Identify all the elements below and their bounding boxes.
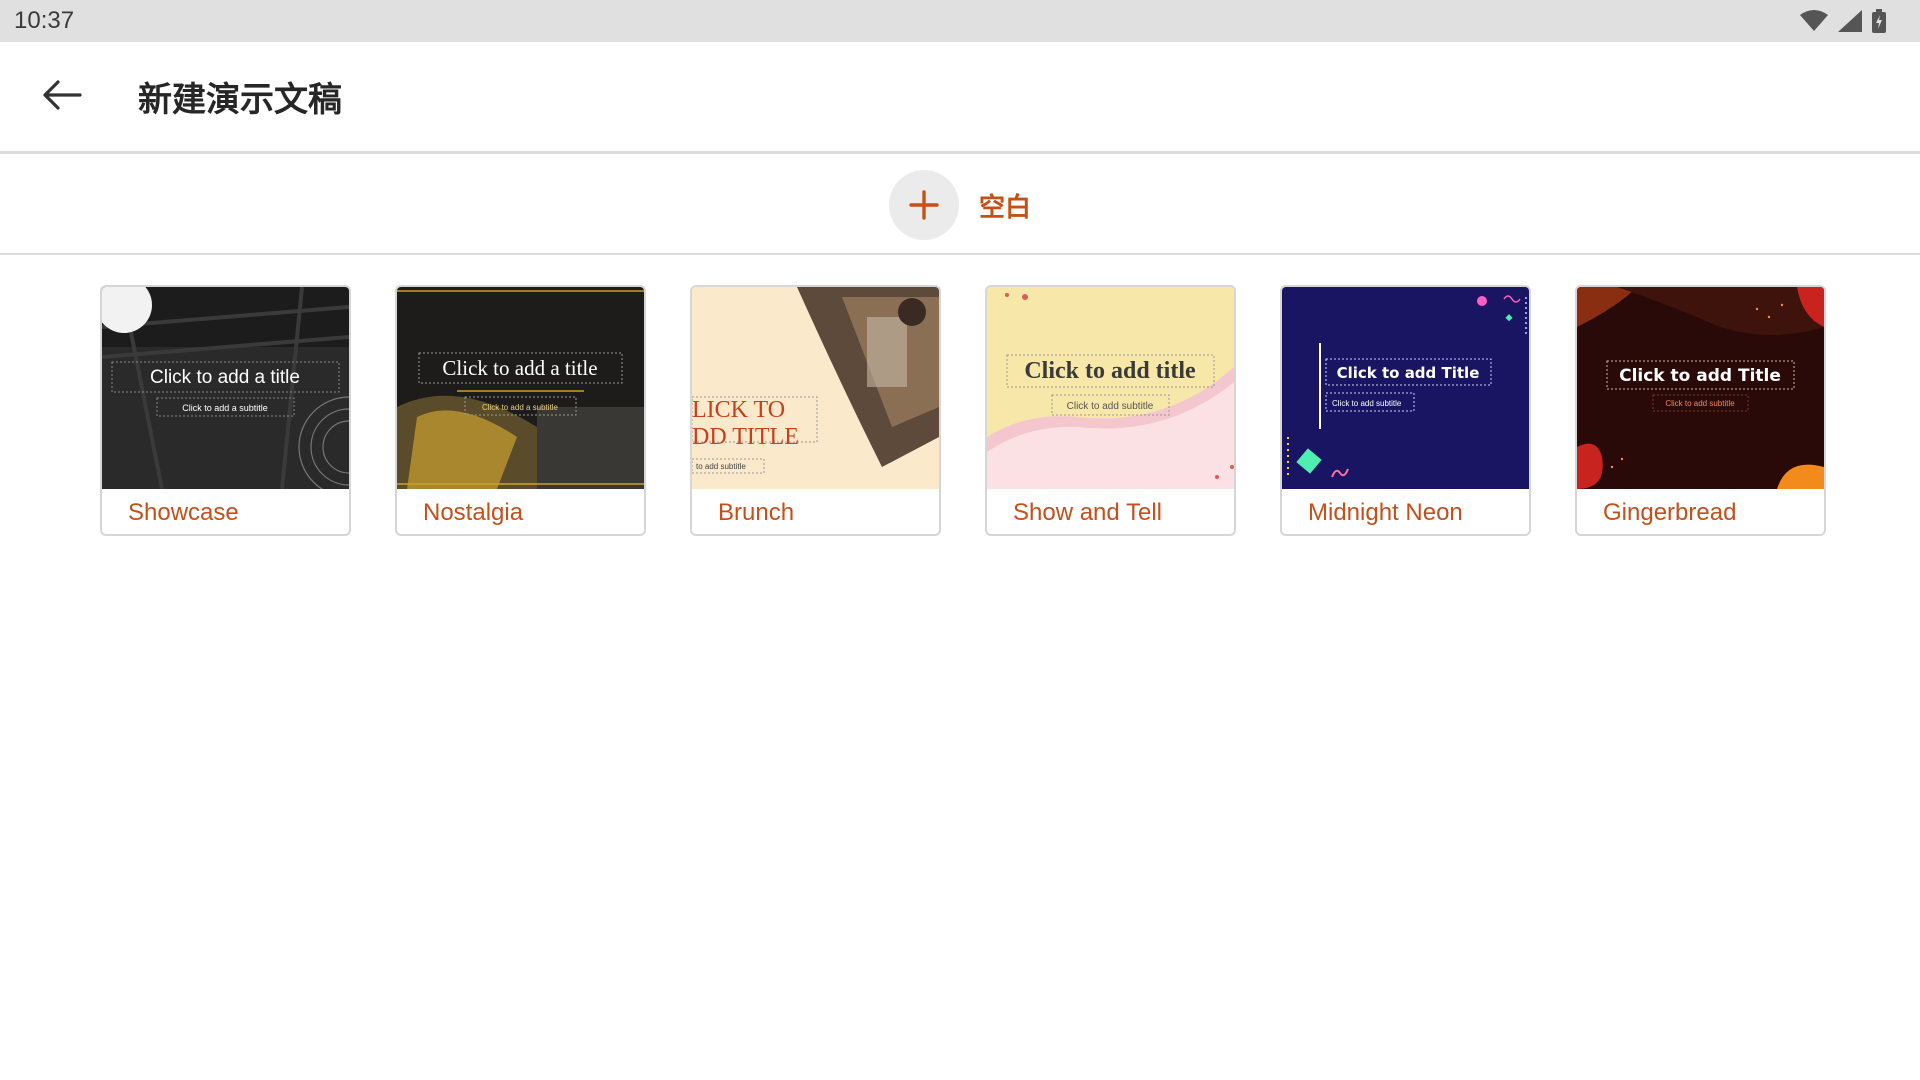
page-title: 新建演示文稿 (138, 80, 342, 120)
template-card-brunch[interactable]: LICK TO DD TITLE to add subtitle Brunch (690, 285, 941, 536)
thumb-title-line2: DD TITLE (692, 424, 799, 450)
template-name: Brunch (718, 498, 795, 526)
template-name: Gingerbread (1603, 498, 1737, 526)
plus-icon (888, 170, 959, 240)
template-name: Nostalgia (423, 498, 524, 526)
back-button[interactable] (22, 57, 102, 137)
thumb-title: Click to add a title (442, 356, 597, 380)
status-icons (1800, 9, 1886, 33)
template-thumbnail: Click to add title Click to add subtitle (987, 287, 1234, 489)
thumb-subtitle: Click to add subtitle (1067, 401, 1154, 412)
template-name: Show and Tell (1013, 498, 1162, 526)
status-time: 10:37 (14, 7, 75, 34)
thumb-title: Click to add Title (1337, 364, 1480, 382)
blank-row: 空白 (0, 157, 1920, 255)
thumb-title: Click to add a title (150, 367, 300, 388)
thumb-subtitle: Click to add a subtitle (182, 403, 268, 413)
blank-label: 空白 (978, 192, 1031, 223)
template-gallery: Click to add a title Click to add a subt… (100, 285, 1826, 536)
thumb-title-line1: LICK TO (692, 397, 785, 423)
template-thumbnail: Click to add Title Click to add subtitle (1282, 287, 1529, 489)
template-card-midnight-neon[interactable]: Click to add Title Click to add subtitle… (1280, 285, 1531, 536)
thumb-title: Click to add title (1024, 358, 1196, 384)
template-thumbnail: Click to add Title Click to add subtitle (1577, 287, 1824, 489)
template-thumbnail: Click to add a title Click to add a subt… (397, 287, 644, 489)
template-card-nostalgia[interactable]: Click to add a title Click to add a subt… (395, 285, 646, 536)
template-card-gingerbread[interactable]: Click to add Title Click to add subtitle… (1575, 285, 1826, 536)
wifi-icon (1800, 10, 1828, 32)
signal-icon (1838, 10, 1862, 32)
thumb-subtitle: Click to add a subtitle (482, 403, 559, 412)
template-thumbnail: Click to add a title Click to add a subt… (102, 287, 349, 489)
app-bar: 新建演示文稿 (0, 42, 1920, 154)
template-name: Midnight Neon (1308, 498, 1463, 526)
thumb-subtitle: Click to add subtitle (1665, 399, 1735, 408)
status-bar: 10:37 (0, 0, 1920, 42)
template-name: Showcase (128, 498, 239, 526)
battery-icon (1872, 9, 1886, 33)
thumb-subtitle: to add subtitle (696, 462, 746, 471)
thumb-title: Click to add Title (1619, 366, 1781, 386)
thumb-subtitle: Click to add subtitle (1332, 399, 1402, 408)
template-card-showcase[interactable]: Click to add a title Click to add a subt… (100, 285, 351, 536)
arrow-left-icon (42, 79, 82, 115)
template-card-show-and-tell[interactable]: Click to add title Click to add subtitle… (985, 285, 1236, 536)
blank-presentation-button[interactable]: 空白 (888, 170, 1031, 240)
template-thumbnail: LICK TO DD TITLE to add subtitle (692, 287, 939, 489)
